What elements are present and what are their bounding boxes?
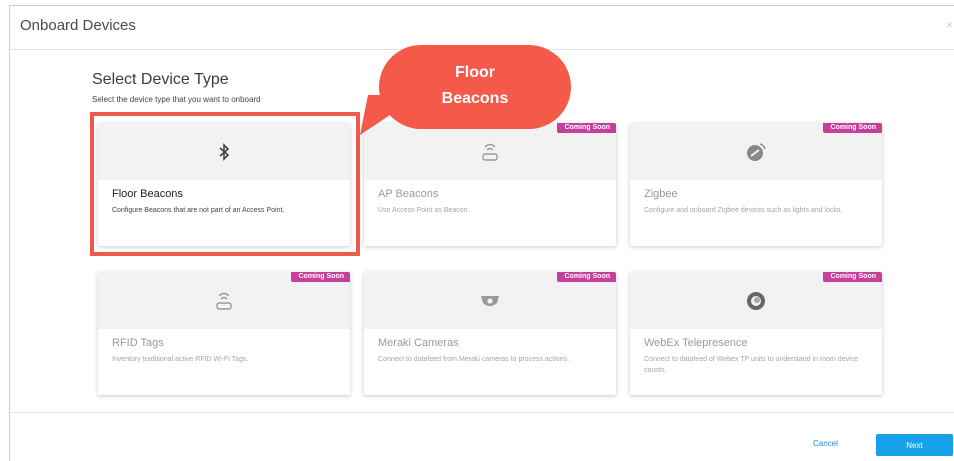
device-card-rfid-tags[interactable]: Coming Soon RFID Tags Inventory traditio… — [98, 272, 350, 395]
zigbee-icon — [743, 139, 769, 165]
device-card-meraki-cameras[interactable]: Coming Soon Meraki Cameras Connect to da… — [364, 272, 616, 395]
coming-soon-badge: Coming Soon — [556, 272, 616, 282]
card-title: Zigbee — [644, 188, 678, 200]
modal-title: Onboard Devices — [20, 17, 136, 34]
callout-text: Floor Beacons — [379, 60, 571, 112]
device-card-ap-beacons[interactable]: Coming Soon AP Beacons Use Access Point … — [364, 123, 616, 246]
cancel-button[interactable]: Cancel — [813, 439, 838, 448]
modal-header: Onboard Devices × — [10, 6, 954, 50]
rfid-tag-icon — [211, 288, 237, 314]
card-description: Use Access Point as Beacon. — [378, 207, 470, 214]
webex-icon — [743, 288, 769, 314]
coming-soon-badge: Coming Soon — [822, 123, 882, 133]
callout-line-1: Floor — [455, 64, 495, 81]
coming-soon-badge: Coming Soon — [290, 272, 350, 282]
coming-soon-badge: Coming Soon — [822, 272, 882, 282]
card-description: Inventory traditional active RFID Wi-Fi … — [112, 356, 249, 363]
coming-soon-badge: Coming Soon — [556, 123, 616, 133]
device-card-zigbee[interactable]: Coming Soon Zigbee Configure and onboard… — [630, 123, 882, 246]
card-description: Configure and onboard Zigbee devices suc… — [644, 207, 843, 214]
card-description: Connect to datafeed from Meraki cameras … — [378, 356, 570, 363]
camera-icon — [477, 288, 503, 314]
section-subtitle: Select the device type that you want to … — [92, 95, 261, 104]
card-title: Meraki Cameras — [378, 337, 459, 349]
section-title: Select Device Type — [92, 71, 229, 88]
device-card-webex-telepresence[interactable]: Coming Soon WebEx Telepresence Connect t… — [630, 272, 882, 395]
access-point-icon — [477, 139, 503, 165]
highlight-box — [90, 112, 360, 256]
card-title: WebEx Telepresence — [644, 337, 748, 349]
next-button[interactable]: Next — [876, 434, 953, 456]
card-description: Connect to datafeed of Webex TP units to… — [644, 356, 859, 374]
footer-divider — [10, 412, 954, 413]
close-icon[interactable]: × — [946, 18, 953, 32]
callout-line-2: Beacons — [441, 90, 509, 107]
card-title: RFID Tags — [112, 337, 164, 349]
card-title: AP Beacons — [378, 188, 439, 200]
